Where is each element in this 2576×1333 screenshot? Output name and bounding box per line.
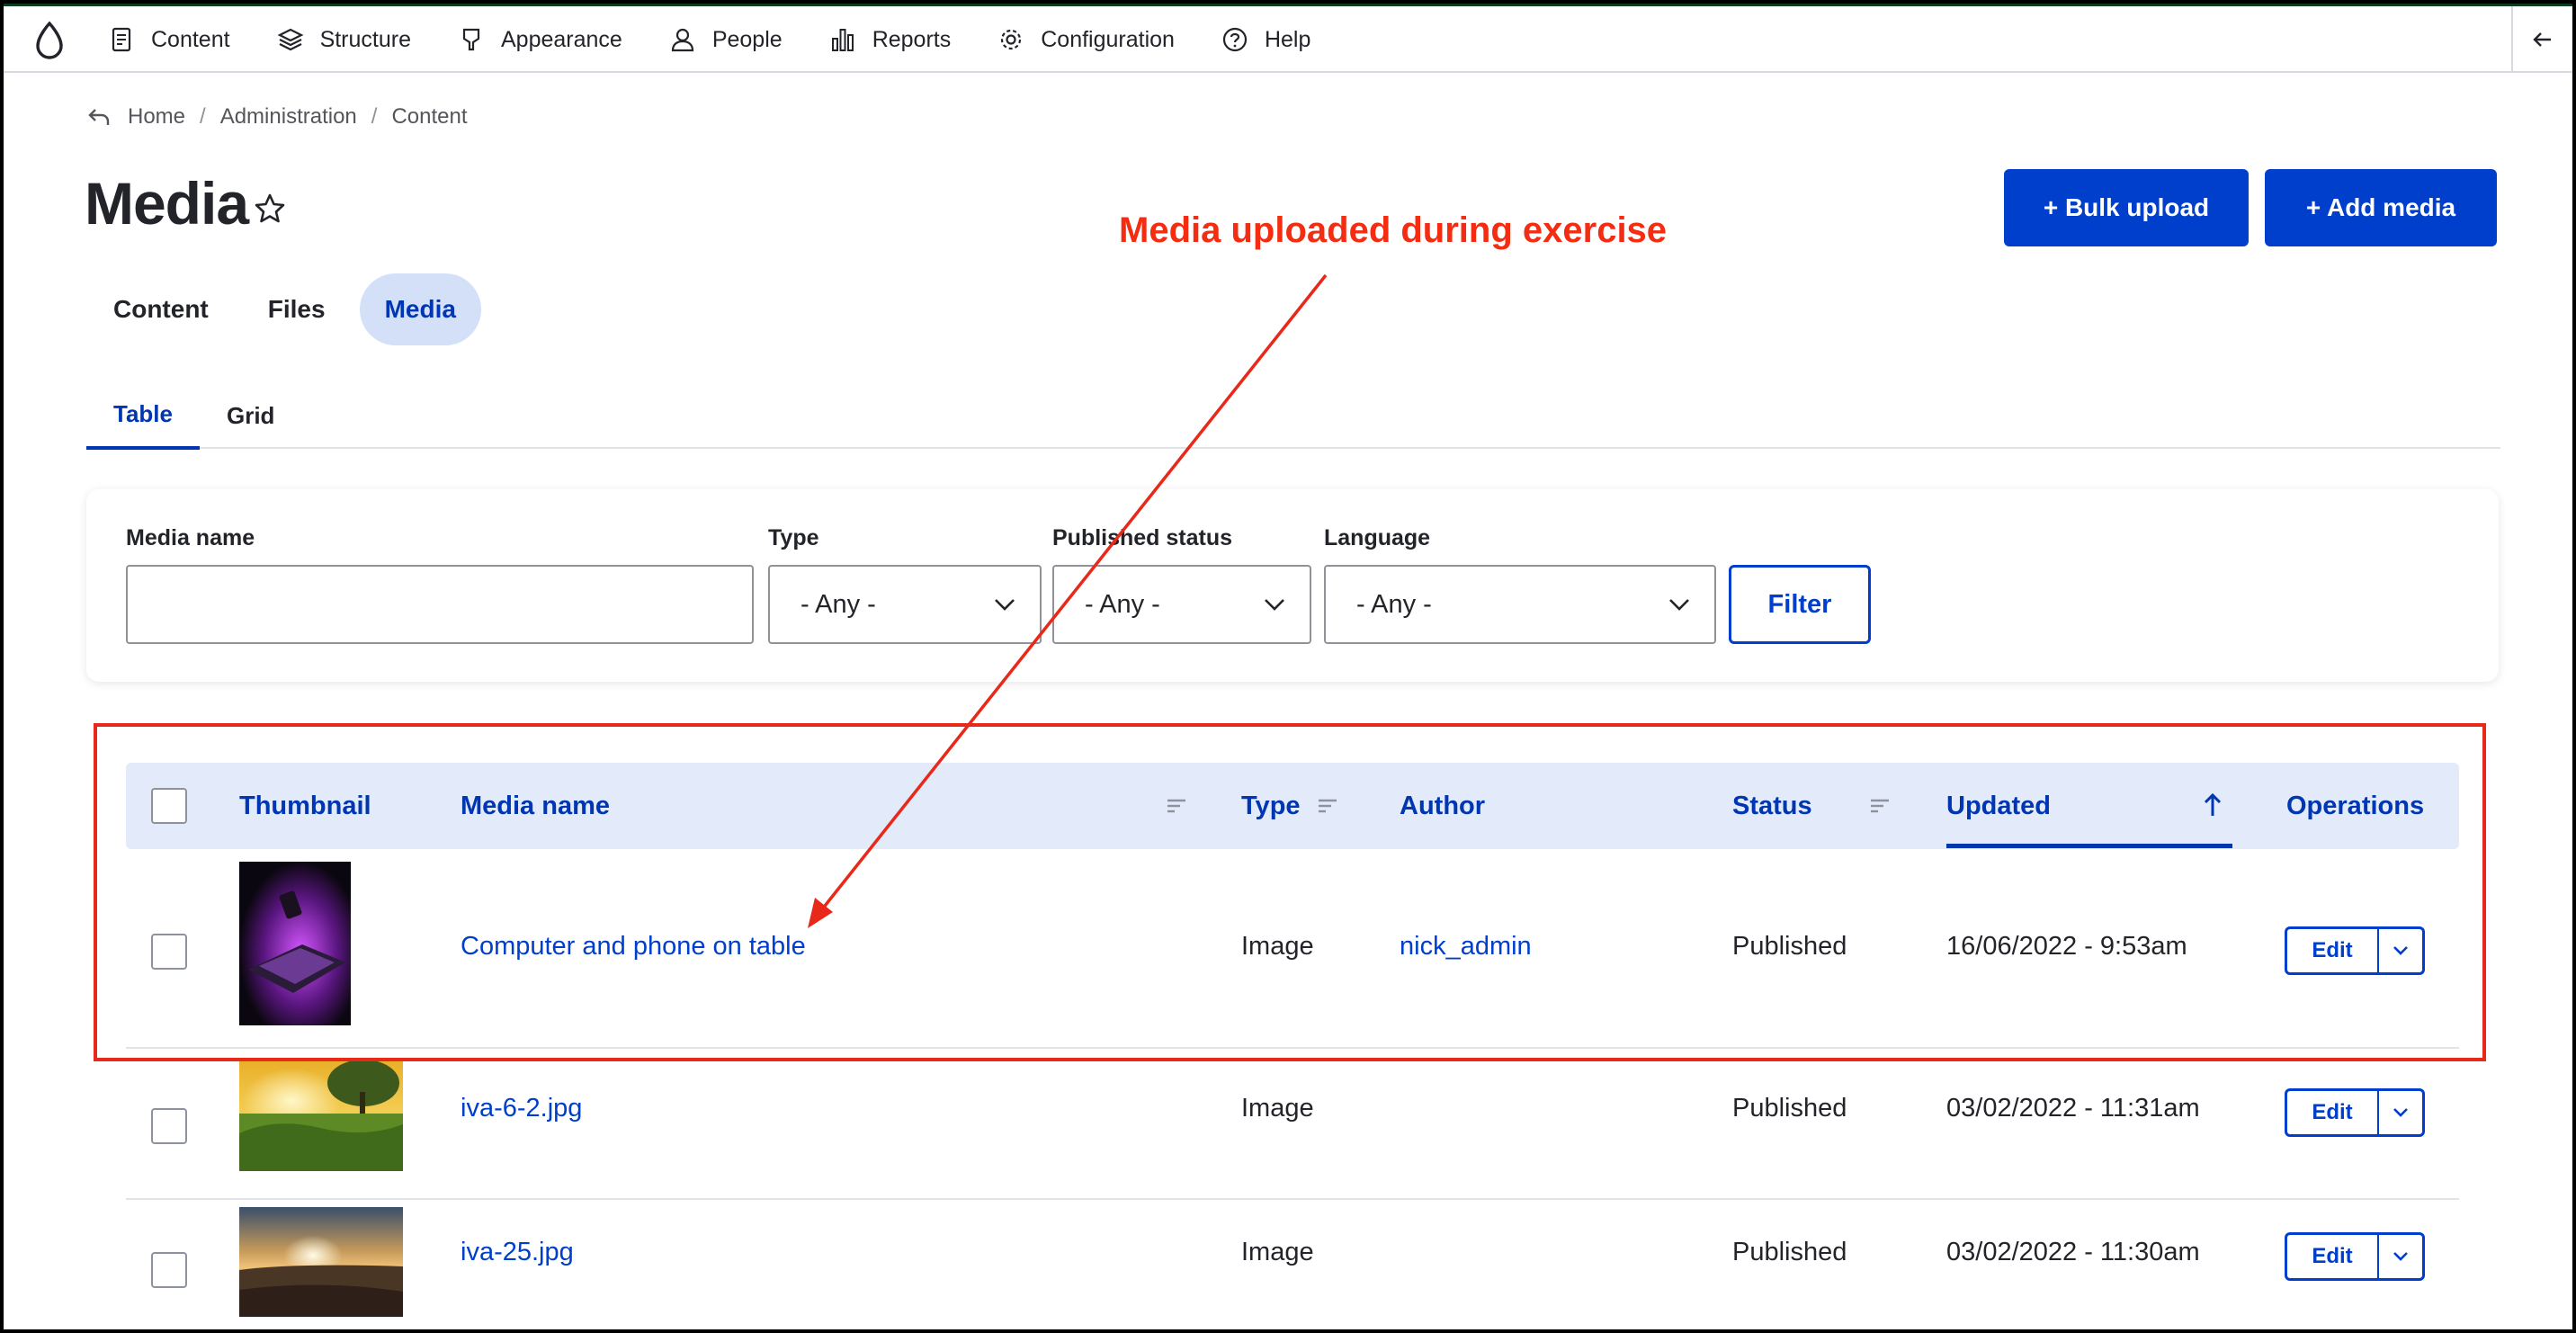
toolbar-item-reports[interactable]: Reports [829, 26, 952, 53]
collapse-toolbar-button[interactable] [2511, 6, 2572, 73]
toolbar-nav: Content Structure Appearance People Repo… [108, 6, 1357, 73]
toolbar-item-label: Content [151, 26, 230, 52]
toolbar-item-label: Help [1264, 26, 1311, 52]
arrow-left-icon [2533, 32, 2551, 47]
gear-icon [1001, 29, 1022, 50]
secondary-tabs: Table Grid [86, 381, 301, 450]
media-name-filter-label: Media name [126, 525, 255, 550]
structure-icon [277, 28, 304, 51]
content-icon [112, 27, 131, 52]
sunset-landscape-photo-image [239, 1207, 403, 1317]
media-status: Published [1732, 1094, 1847, 1123]
chevron-down-icon [1265, 599, 1284, 611]
chevron-down-icon [995, 599, 1015, 611]
field-tree-photo-image [239, 1061, 403, 1171]
tabs-divider [86, 447, 2500, 449]
admin-toolbar: Content Structure Appearance People Repo… [4, 6, 2572, 73]
toolbar-item-content[interactable]: Content [108, 26, 230, 53]
toolbar-item-label: Appearance [501, 26, 622, 52]
app-window: Content Structure Appearance People Repo… [4, 4, 2572, 1329]
operations-toggle[interactable] [2379, 1091, 2422, 1134]
row-checkbox[interactable] [151, 1252, 187, 1288]
media-name-link[interactable]: iva-25.jpg [461, 1238, 574, 1267]
language-select-value: - Any - [1356, 589, 1432, 619]
type-select[interactable]: - Any - [768, 565, 1042, 644]
toolbar-item-label: Structure [319, 26, 411, 52]
table-row: iva-25.jpg Image Published 03/02/2022 - … [126, 1200, 2459, 1329]
edit-button[interactable]: Edit [2287, 1091, 2379, 1134]
add-media-button[interactable]: + Add media [2265, 169, 2497, 246]
annotation-highlight-box [94, 723, 2486, 1061]
language-filter-label: Language [1324, 525, 1431, 550]
appearance-icon [462, 28, 480, 51]
people-icon [671, 28, 693, 52]
breadcrumb: Home / Administration / Content [86, 104, 468, 130]
operations-dropbutton: Edit [2285, 1088, 2425, 1137]
media-status: Published [1732, 1238, 1847, 1266]
media-type: Image [1241, 1094, 1314, 1123]
updated-date: 03/02/2022 - 11:30am [1946, 1238, 2200, 1266]
toolbar-item-label: Reports [872, 26, 952, 52]
filter-button[interactable]: Filter [1729, 565, 1871, 644]
updated-date: 03/02/2022 - 11:31am [1946, 1094, 2200, 1123]
back-arrow-icon [88, 109, 110, 125]
toolbar-item-configuration[interactable]: Configuration [997, 26, 1175, 53]
tab-grid[interactable]: Grid [200, 381, 301, 450]
toolbar-item-structure[interactable]: Structure [277, 26, 411, 53]
page-title: Media [85, 170, 249, 237]
breadcrumb-home[interactable]: Home [128, 104, 185, 130]
thumbnail-image[interactable] [239, 1061, 403, 1171]
published-status-select-value: - Any - [1085, 589, 1160, 619]
edit-button[interactable]: Edit [2287, 1235, 2379, 1278]
annotation-label: Media uploaded during exercise [1119, 210, 1668, 250]
media-name-link[interactable]: iva-6-2.jpg [461, 1094, 582, 1123]
toolbar-item-people[interactable]: People [669, 26, 783, 53]
type-filter-label: Type [768, 525, 819, 550]
toolbar-item-label: Configuration [1041, 26, 1175, 52]
toolbar-item-help[interactable]: Help [1221, 26, 1310, 53]
table-row: iva-6-2.jpg Image Published 03/02/2022 -… [126, 1049, 2459, 1200]
toolbar-item-label: People [711, 26, 783, 52]
language-select[interactable]: - Any - [1324, 565, 1716, 644]
chevron-down-icon [2393, 1108, 2408, 1117]
tab-table[interactable]: Table [86, 381, 200, 450]
bulk-upload-button[interactable]: + Bulk upload [2004, 169, 2249, 246]
primary-tabs: Content Files Media [88, 273, 490, 345]
tab-media[interactable]: Media [359, 273, 481, 345]
chevron-down-icon [2393, 1252, 2408, 1261]
drupal-logo-icon[interactable] [31, 21, 68, 60]
breadcrumb-separator: / [371, 104, 378, 129]
chevron-down-icon [1669, 599, 1689, 611]
star-icon[interactable] [252, 191, 288, 227]
reports-icon [831, 29, 854, 51]
media-type: Image [1241, 1238, 1314, 1266]
breadcrumb-separator: / [200, 104, 206, 129]
type-select-value: - Any - [801, 589, 876, 619]
media-name-input[interactable] [126, 565, 754, 644]
row-checkbox[interactable] [151, 1108, 187, 1144]
filter-panel: Media name Type - Any - Published status… [86, 489, 2499, 682]
operations-dropbutton: Edit [2285, 1232, 2425, 1281]
thumbnail-image[interactable] [239, 1207, 403, 1317]
tab-files[interactable]: Files [243, 273, 351, 345]
published-status-select[interactable]: - Any - [1052, 565, 1311, 644]
operations-toggle[interactable] [2379, 1235, 2422, 1278]
tab-content[interactable]: Content [88, 273, 234, 345]
breadcrumb-content[interactable]: Content [391, 104, 467, 130]
help-icon [1222, 27, 1248, 52]
breadcrumb-administration[interactable]: Administration [220, 104, 357, 130]
published-status-filter-label: Published status [1052, 525, 1233, 550]
toolbar-item-appearance[interactable]: Appearance [458, 26, 622, 53]
